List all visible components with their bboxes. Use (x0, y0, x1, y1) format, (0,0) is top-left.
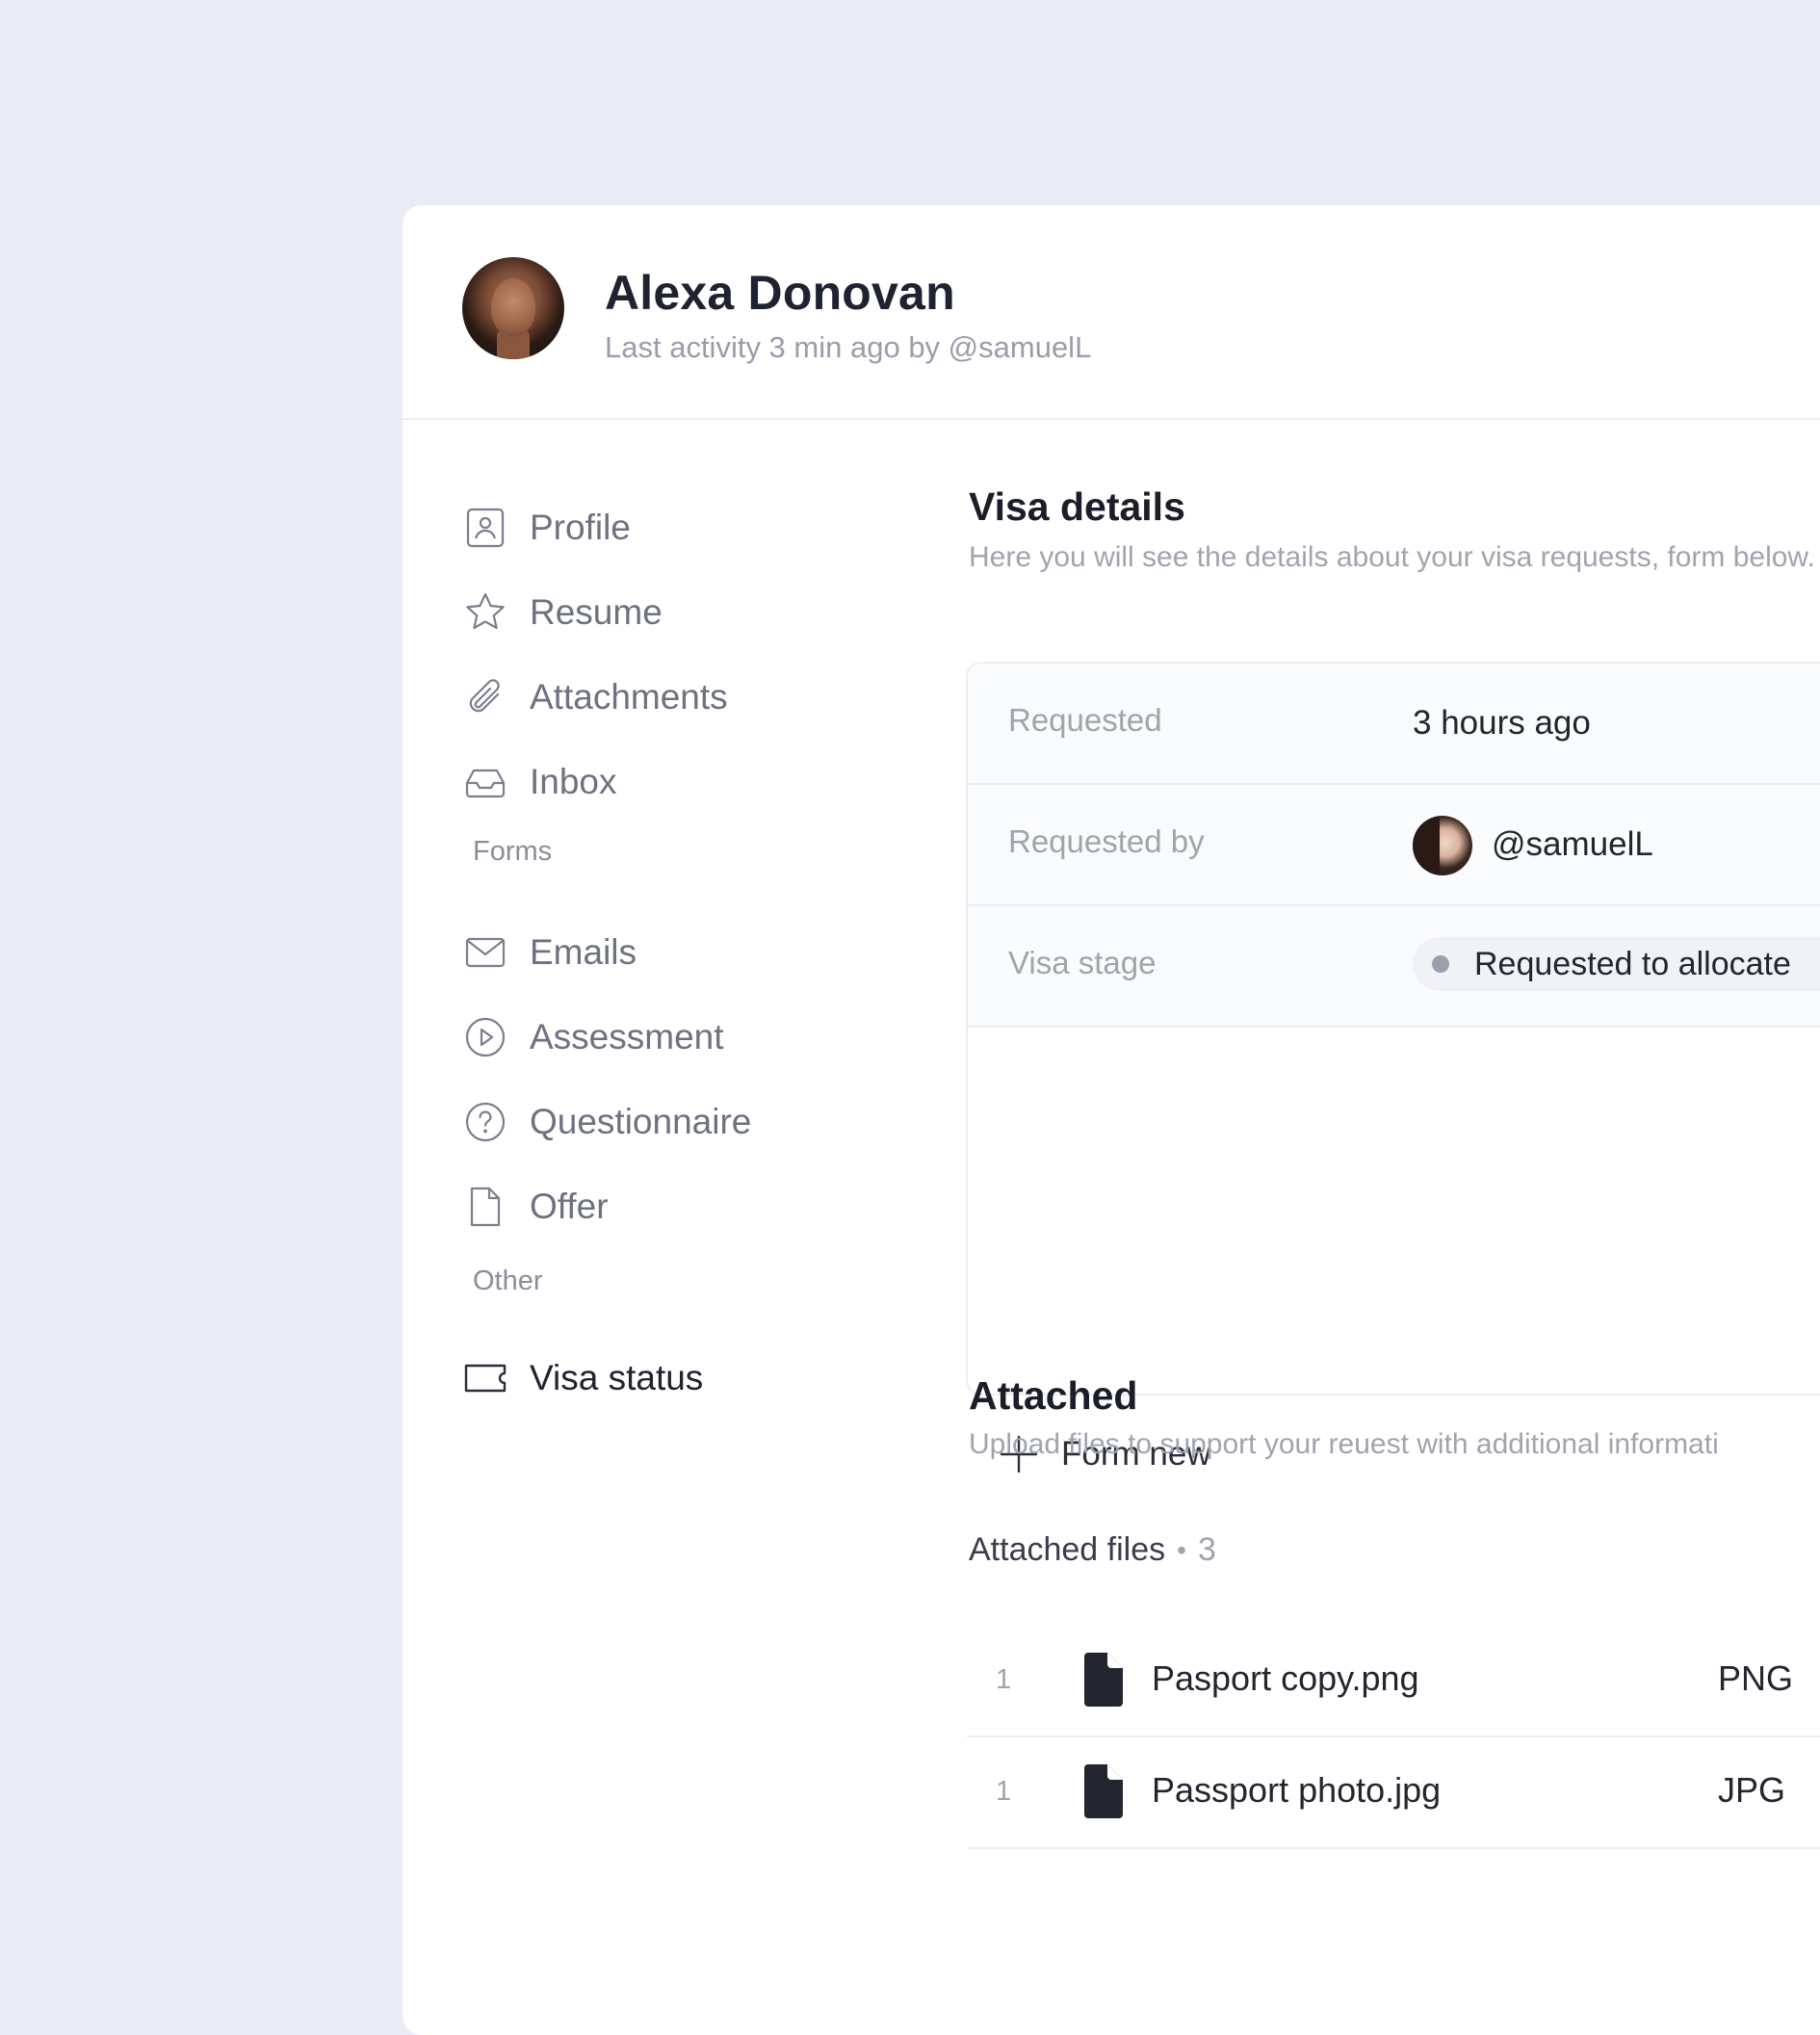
attached-title: Attached (969, 1373, 1138, 1418)
mail-icon (462, 929, 508, 976)
last-activity-text: Last activity 3 min ago by @samuelL (605, 330, 1092, 364)
document-icon (462, 1184, 508, 1230)
section-label-other: Other (473, 1265, 543, 1296)
sidebar-item-label: Resume (530, 592, 663, 632)
detail-row-visa-stage: Visa stage Requested to allocate (968, 906, 1820, 1028)
file-name[interactable]: Pasport copy.png (1152, 1658, 1419, 1699)
detail-row-requested: Requested 3 hours ago (968, 664, 1820, 785)
sidebar-item-label: Questionnaire (530, 1102, 752, 1141)
detail-label: Requested by (1008, 823, 1205, 859)
sidebar-item-label: Profile (530, 508, 631, 547)
visa-details-description: Here you will see the details about your… (969, 541, 1815, 573)
file-type: JPG (1718, 1770, 1786, 1810)
avatar (462, 257, 564, 359)
visa-details-panel: Requested 3 hours ago Requested by @samu… (966, 662, 1820, 1396)
file-name[interactable]: Passport photo.jpg (1152, 1770, 1441, 1811)
detail-label: Requested (1008, 702, 1162, 738)
file-type: PNG (1718, 1658, 1794, 1698)
sidebar-item-label: Visa status (530, 1358, 704, 1397)
section-label-forms: Forms (473, 836, 553, 867)
sidebar-item-attachments[interactable]: Attachments (462, 668, 728, 726)
sidebar-item-inbox[interactable]: Inbox (462, 753, 617, 811)
attached-files-label: Attached files (969, 1531, 1166, 1568)
sidebar-item-label: Offer (530, 1187, 609, 1226)
play-circle-icon (462, 1014, 508, 1060)
attached-files-count: 3 (1197, 1531, 1216, 1568)
detail-label: Visa stage (1008, 945, 1157, 980)
status-dot (1432, 955, 1449, 973)
sidebar-item-label: Emails (530, 932, 637, 972)
candidate-card: Alexa Donovan Last activity 3 min ago by… (403, 205, 1820, 2035)
file-row[interactable]: 1 Pasport copy.png PNG (967, 1626, 1820, 1737)
visa-details-title: Visa details (969, 484, 1185, 529)
sidebar-item-visa-status[interactable]: Visa status (462, 1349, 703, 1407)
sidebar-item-label: Attachments (530, 677, 728, 717)
bullet-separator: • (1177, 1534, 1186, 1565)
candidate-name: Alexa Donovan (605, 266, 955, 320)
profile-icon (462, 505, 508, 551)
file-icon (1084, 1653, 1123, 1707)
file-index: 1 (996, 1776, 1012, 1807)
sidebar-item-resume[interactable]: Resume (462, 584, 663, 641)
sidebar-item-emails[interactable]: Emails (462, 924, 637, 981)
detail-value: 3 hours ago (1413, 704, 1591, 742)
inbox-icon (462, 759, 508, 805)
requester-avatar (1413, 816, 1472, 875)
sidebar-item-questionnaire[interactable]: Questionnaire (462, 1093, 751, 1151)
sidebar-item-label: Assessment (530, 1017, 724, 1057)
question-circle-icon (462, 1099, 508, 1145)
ticket-icon (462, 1355, 508, 1401)
file-index: 1 (996, 1664, 1012, 1695)
detail-row-requested-by: Requested by @samuelL (968, 785, 1820, 906)
file-row[interactable]: 1 Passport photo.jpg JPG (967, 1737, 1820, 1849)
status-badge-label: Requested to allocate (1474, 945, 1791, 982)
card-header: Alexa Donovan Last activity 3 min ago by… (403, 205, 1820, 420)
attached-description: Upload files to support your reuest with… (969, 1428, 1719, 1460)
paperclip-icon (462, 674, 508, 720)
attached-files-header: Attached files • 3 (969, 1531, 1216, 1569)
sidebar-item-label: Inbox (530, 762, 617, 801)
requester-username[interactable]: @samuelL (1492, 825, 1653, 864)
sidebar-item-assessment[interactable]: Assessment (462, 1008, 724, 1066)
sidebar-item-offer[interactable]: Offer (462, 1178, 609, 1236)
star-icon (462, 589, 508, 636)
status-badge: Requested to allocate (1413, 937, 1820, 991)
sidebar-item-profile[interactable]: Profile (462, 499, 631, 557)
file-icon (1084, 1764, 1123, 1818)
